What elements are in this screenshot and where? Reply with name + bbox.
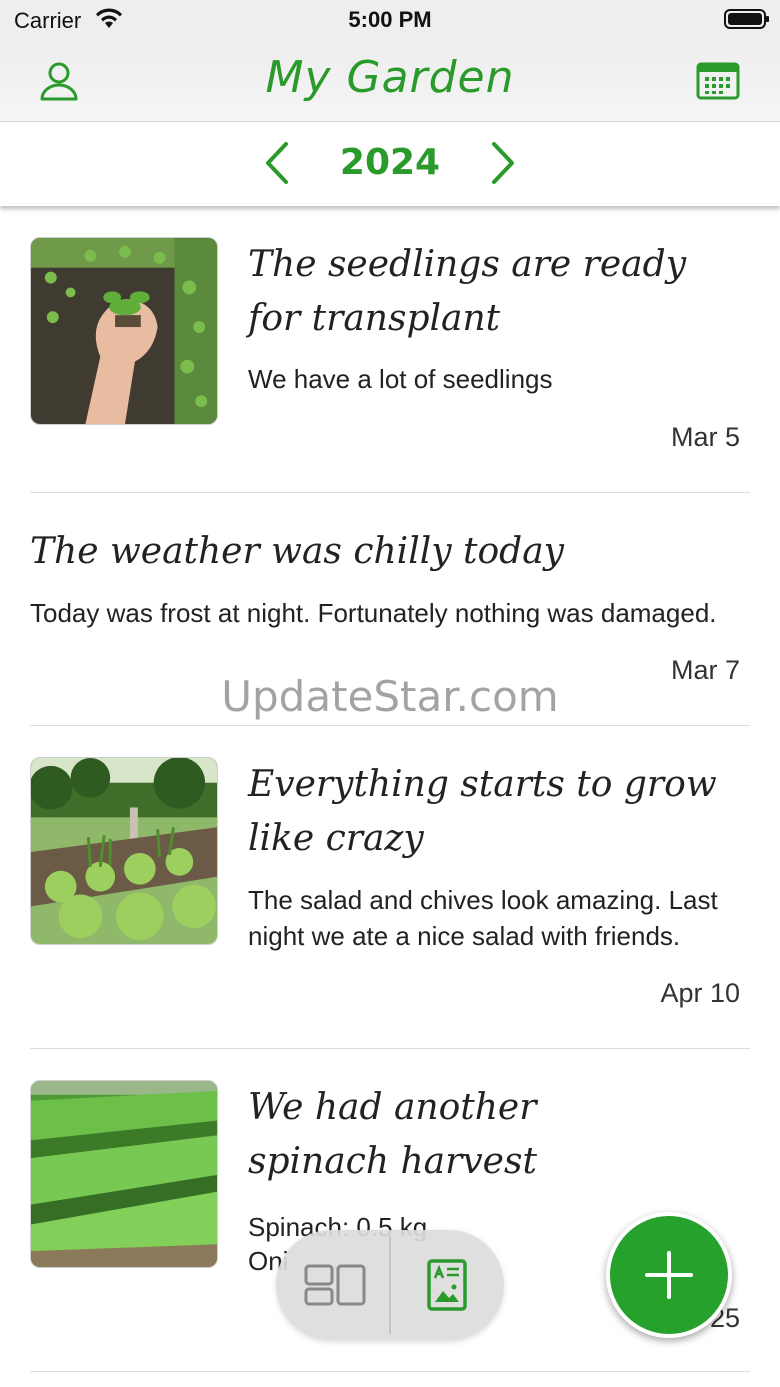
entry-title: The seedlings are ready: [248, 244, 687, 285]
spinach-field-photo: [30, 1080, 218, 1268]
entry-title: spinach harvest: [248, 1141, 537, 1182]
entry-title: like crazy: [248, 818, 424, 859]
entry-title: We had another: [248, 1087, 537, 1128]
entry-body: The salad and chives look amazing. Last: [248, 885, 718, 915]
raised-garden-bed-photo: [30, 757, 218, 945]
list-item[interactable]: Everything starts to grow like crazy The…: [0, 726, 780, 1049]
year-label: 2024: [339, 142, 441, 183]
add-entry-button[interactable]: [606, 1212, 732, 1338]
entry-body: night we ate a nice salad with friends.: [248, 921, 681, 951]
entry-body: Today was frost at night. Fortunately no…: [30, 598, 717, 628]
list-view-icon[interactable]: [426, 1258, 468, 1312]
view-mode-switch: [276, 1230, 504, 1340]
nav-bar: My Garden: [0, 40, 780, 122]
list-item[interactable]: The seedlings are ready for transplant W…: [0, 206, 780, 493]
grid-view-icon[interactable]: [304, 1263, 366, 1307]
plus-icon: [645, 1251, 693, 1299]
entry-title: Everything starts to grow: [248, 764, 717, 805]
year-selector: 2024: [0, 122, 780, 206]
chevron-right-icon[interactable]: [486, 140, 520, 186]
entry-title: for transplant: [248, 298, 501, 339]
entry-date: Apr 10: [660, 978, 740, 1008]
entry-body: We have a lot of seedlings: [248, 364, 553, 394]
entry-title: The weather was chilly today: [30, 531, 564, 572]
status-bar: Carrier 5:00 PM: [0, 0, 780, 40]
seedlings-in-hand-photo: [30, 237, 218, 425]
calendar-icon[interactable]: [696, 60, 740, 100]
watermark: UpdateStar.com: [221, 672, 559, 721]
switch-divider: [389, 1236, 391, 1334]
clock-label: 5:00 PM: [348, 7, 432, 32]
battery-icon: [724, 9, 769, 29]
entry-date: Mar 5: [670, 422, 740, 452]
app-title: My Garden: [265, 52, 515, 103]
divider: [30, 1371, 750, 1372]
